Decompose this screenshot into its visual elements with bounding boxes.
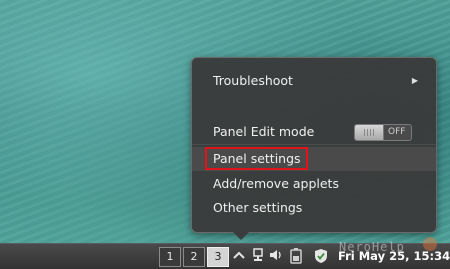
panel-edit-mode-toggle[interactable]: OFF [354,124,412,141]
workspace-1-button[interactable]: 1 [159,247,181,267]
toggle-state-label: OFF [388,127,406,137]
panel-settings-highlight-box [205,147,308,170]
menu-item-add-remove-applets[interactable]: Add/remove applets [192,172,436,196]
workspace-3-button[interactable]: 3 [207,247,229,267]
menu-item-panel-edit-mode-label: Panel Edit mode [213,124,315,139]
shield-check-icon[interactable] [313,248,329,264]
menu-pointer-arrow [233,232,249,240]
menu-item-other-settings[interactable]: Other settings [192,196,436,220]
volume-icon[interactable] [268,248,284,264]
submenu-arrow-icon: ▶ [411,76,418,85]
menu-item-other-settings-label: Other settings [213,200,303,215]
network-icon[interactable] [250,248,266,264]
toggle-knob [355,125,384,140]
chevron-up-icon[interactable] [231,248,247,264]
workspace-2-button[interactable]: 2 [183,247,205,267]
battery-icon[interactable] [288,248,304,264]
menu-item-panel-edit-mode[interactable]: Panel Edit mode OFF [192,120,436,144]
watermark-text: NeroHelp [339,240,405,254]
panel-context-menu: Troubleshoot ▶ Panel Edit mode OFF Panel… [191,57,437,233]
menu-separator [192,144,436,145]
menu-item-troubleshoot-label: Troubleshoot [213,73,293,88]
watermark-logo [423,237,437,251]
menu-item-troubleshoot[interactable]: Troubleshoot ▶ [192,69,436,93]
menu-item-add-remove-applets-label: Add/remove applets [213,176,339,191]
